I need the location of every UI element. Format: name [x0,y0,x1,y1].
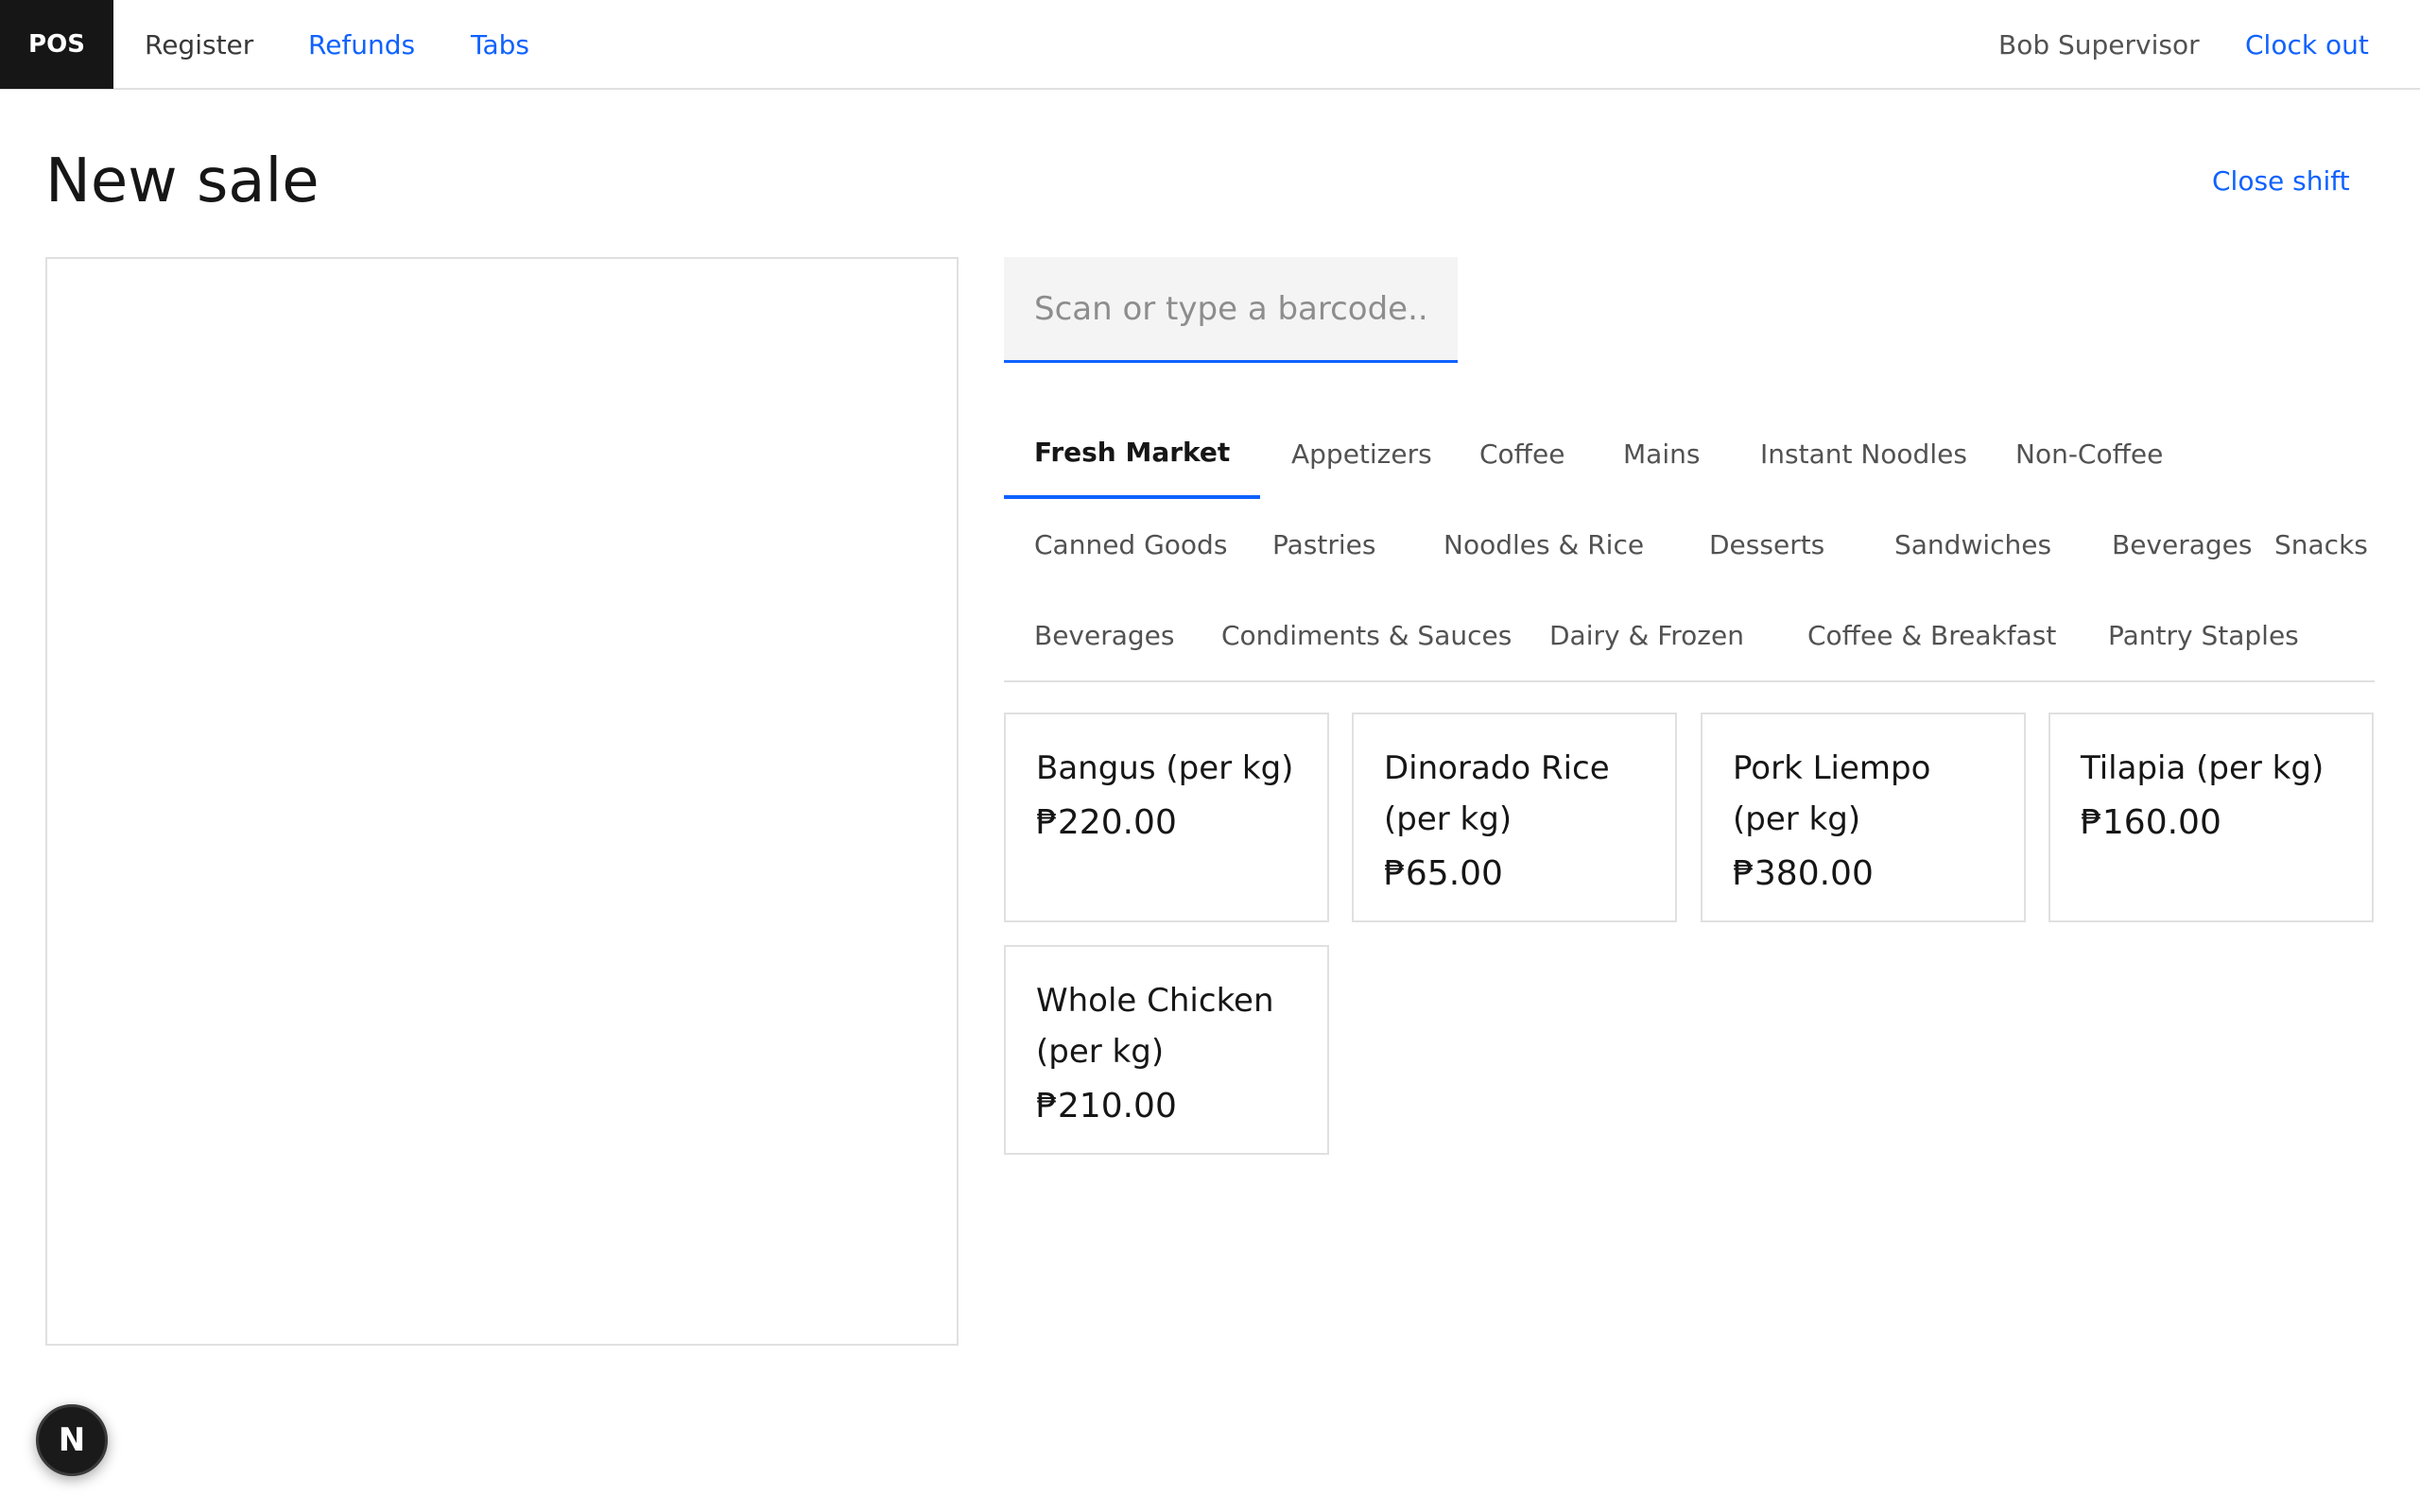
product-name: Tilapia (per kg) [2081,749,2325,787]
category-tab-fresh-market[interactable]: Fresh Market [1004,408,1261,499]
cart-panel [45,257,959,1346]
nav-tabs-link[interactable]: Tabs [471,0,529,89]
product-price: ₱380.00 [1733,854,1874,893]
category-tab-snacks[interactable]: Snacks [2244,499,2398,590]
category-tab-noodles-rice[interactable]: Noodles & Rice [1413,499,1674,590]
nav-register-link[interactable]: Register [145,0,253,89]
product-name: Dinorado Rice (per kg) [1384,749,1610,838]
product-name: Pork Liempo (per kg) [1733,749,1931,838]
close-shift-link[interactable]: Close shift [2212,163,2350,200]
category-tab-canned-goods[interactable]: Canned Goods [1004,499,1257,590]
current-user-name: Bob Supervisor [1998,28,2200,60]
category-tab-beverages-2[interactable]: Beverages [1004,590,1205,680]
product-name: Whole Chicken (per kg) [1036,982,1274,1071]
product-card[interactable]: Whole Chicken (per kg) ₱210.00 [1004,945,1329,1155]
clock-out-link[interactable]: Clock out [2245,0,2369,89]
barcode-input[interactable] [1004,257,1458,360]
product-price: ₱65.00 [1384,854,1503,893]
category-tab-pantry-staples[interactable]: Pantry Staples [2078,590,2329,680]
product-card[interactable]: Dinorado Rice (per kg) ₱65.00 [1352,713,1677,922]
product-card[interactable]: Bangus (per kg) ₱220.00 [1004,713,1329,922]
category-tab-instant-noodles[interactable]: Instant Noodles [1730,408,1997,499]
category-tab-dairy-frozen[interactable]: Dairy & Frozen [1519,590,1774,680]
brand-logo[interactable]: POS [0,0,113,89]
category-tab-pastries[interactable]: Pastries [1242,499,1406,590]
product-card[interactable]: Tilapia (per kg) ₱160.00 [2048,713,2374,922]
top-navbar: POS Register Refunds Tabs Bob Supervisor… [0,0,2420,90]
product-card[interactable]: Pork Liempo (per kg) ₱380.00 [1701,713,2026,922]
category-tab-appetizers[interactable]: Appetizers [1261,408,1462,499]
barcode-field [1004,257,1458,363]
product-price: ₱210.00 [1036,1087,1177,1125]
page-title: New sale [45,146,320,216]
category-tab-sandwiches[interactable]: Sandwiches [1864,499,2082,590]
category-tab-coffee-breakfast[interactable]: Coffee & Breakfast [1777,590,2086,680]
dev-tools-badge[interactable]: N [36,1404,108,1476]
category-tab-non-coffee[interactable]: Non-Coffee [1985,408,2193,499]
product-name: Bangus (per kg) [1036,749,1294,787]
category-tab-desserts[interactable]: Desserts [1679,499,1855,590]
category-tab-mains[interactable]: Mains [1593,408,1730,499]
category-tab-condiments-sauces[interactable]: Condiments & Sauces [1191,590,1542,680]
category-tab-coffee[interactable]: Coffee [1449,408,1595,499]
product-price: ₱160.00 [2081,803,2221,842]
nav-refunds-link[interactable]: Refunds [308,0,415,89]
category-tabs: Fresh Market Appetizers Coffee Mains Ins… [1004,408,2375,682]
product-price: ₱220.00 [1036,803,1177,842]
